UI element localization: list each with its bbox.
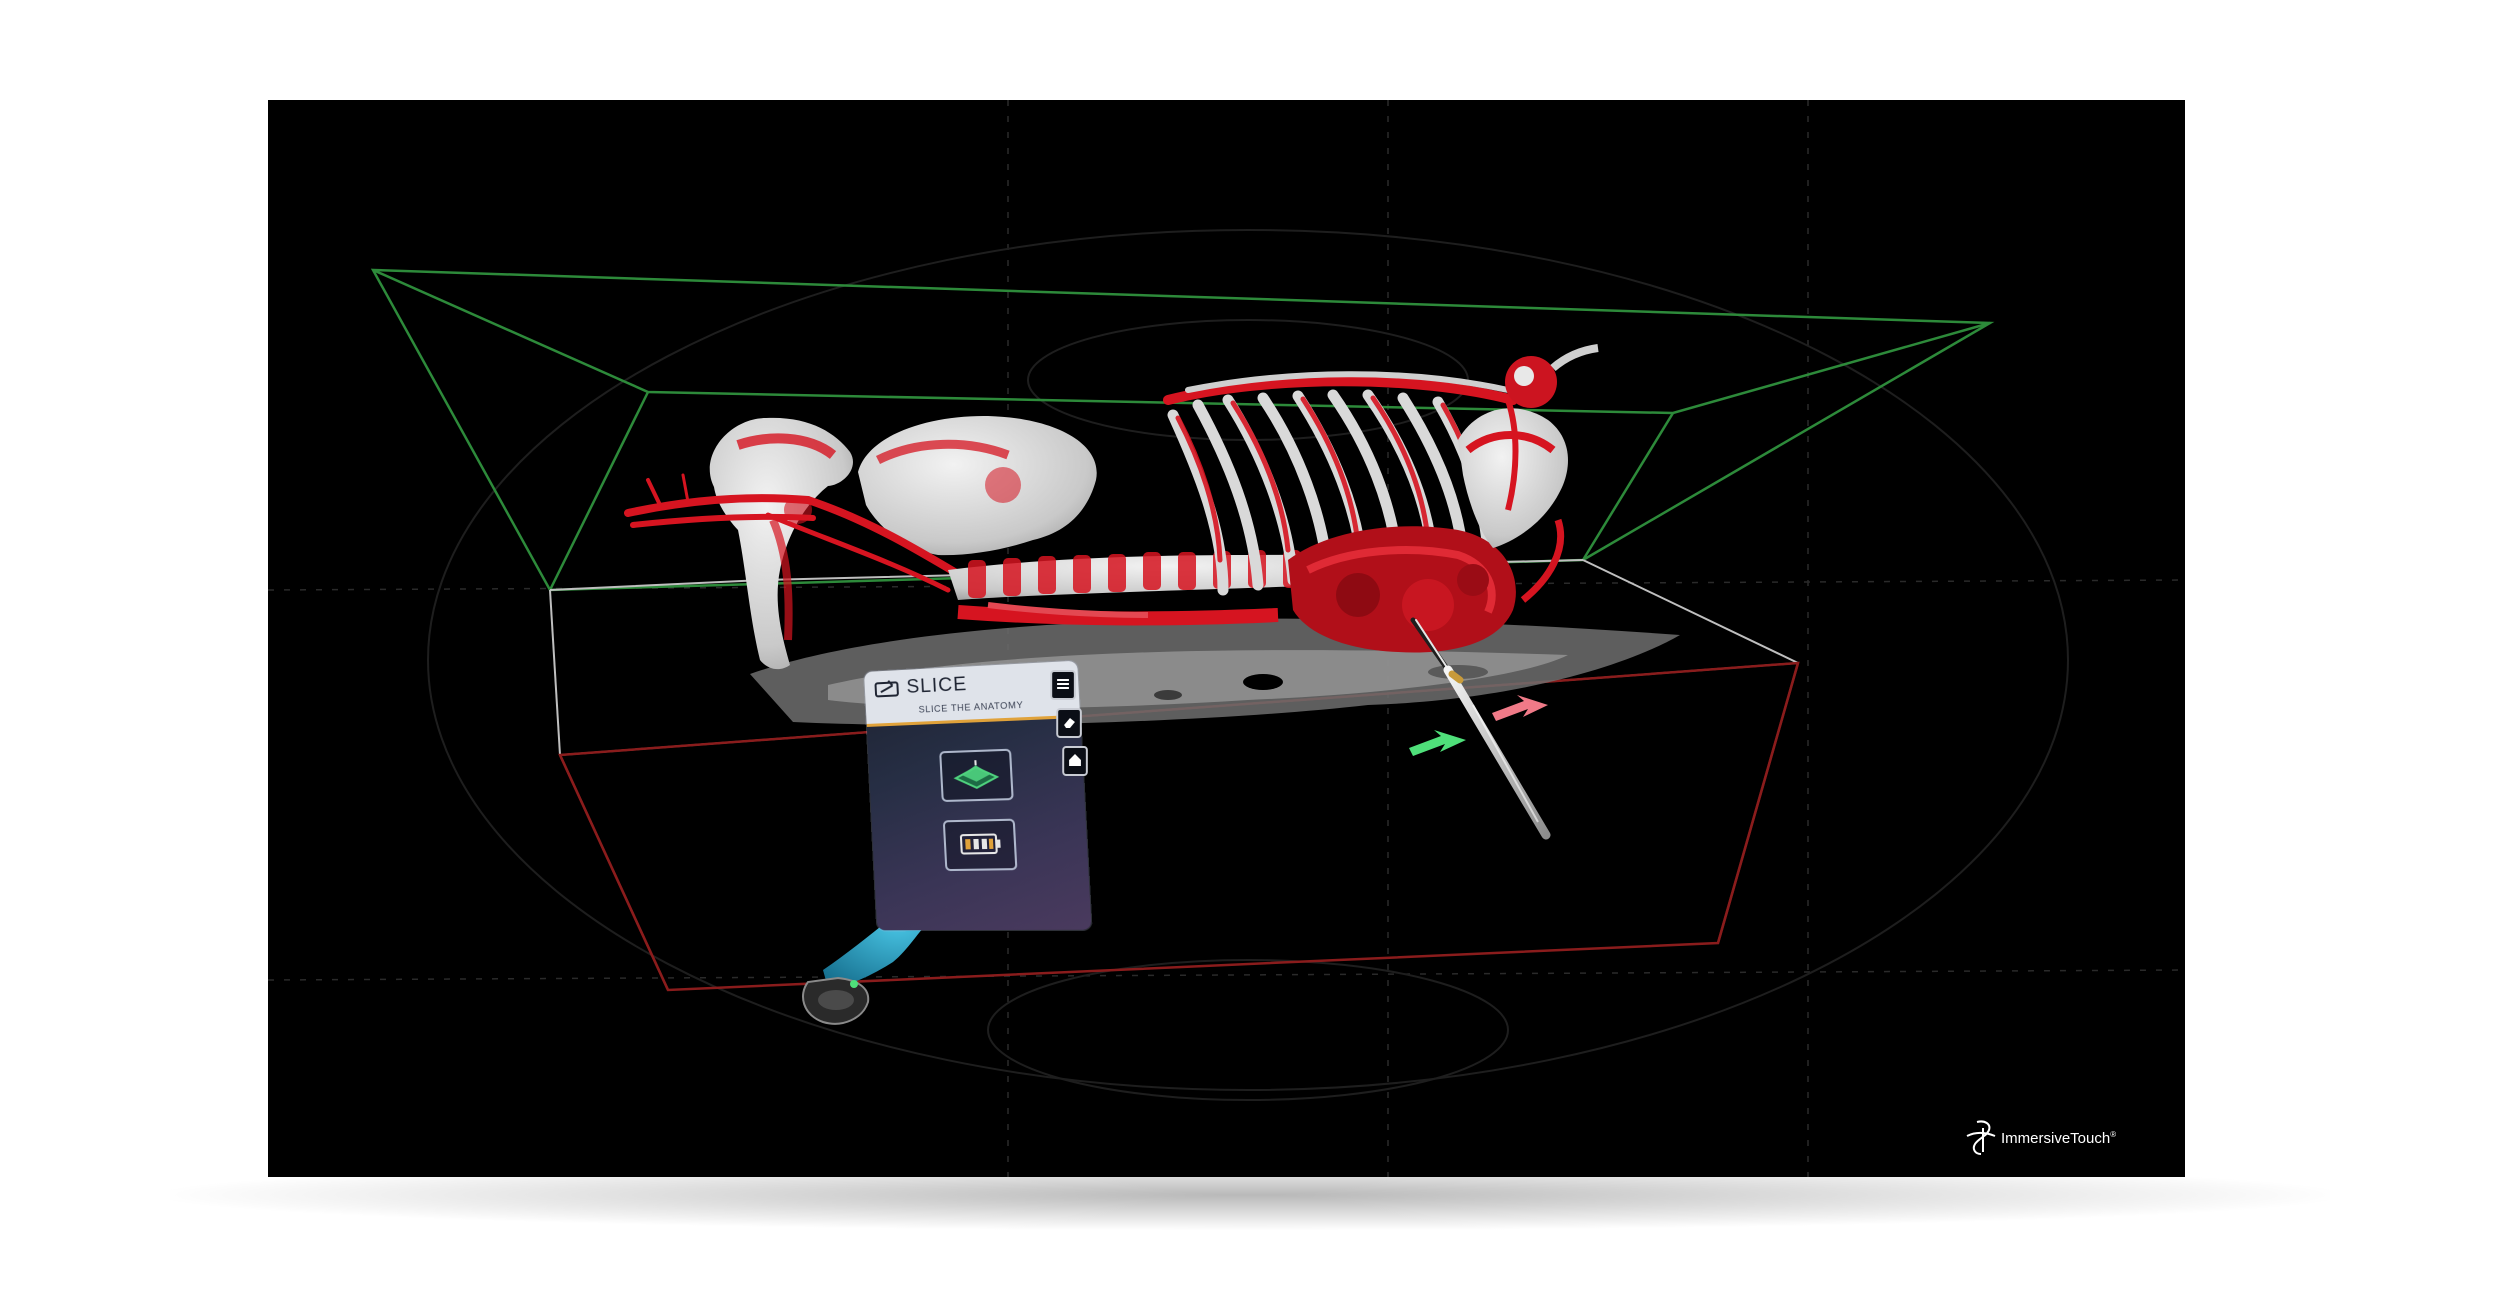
slice-battery-icon xyxy=(954,828,1005,860)
slice-plane-button[interactable] xyxy=(939,748,1014,803)
eraser-icon xyxy=(1064,717,1075,729)
thorax-vessels xyxy=(1288,526,1516,653)
menu-title: SLICE xyxy=(906,673,968,698)
home-button[interactable] xyxy=(1062,745,1088,777)
pink-direction-arrow xyxy=(1492,695,1548,721)
slice-plane-icon xyxy=(951,758,1002,790)
brand-name: ImmersiveTouch xyxy=(2001,1130,2111,1147)
menu-header: SLICE SLICE THE ANATOMY xyxy=(864,660,1081,724)
slice-depth-button[interactable] xyxy=(942,818,1018,872)
brand-registered: ® xyxy=(2110,1130,2117,1139)
slice-menu-panel: SLICE SLICE THE ANATOMY xyxy=(864,660,1092,931)
menu-subtitle: SLICE THE ANATOMY xyxy=(918,699,1024,715)
menu-icon xyxy=(1055,676,1071,692)
eraser-button[interactable] xyxy=(1056,707,1082,739)
brand-mark-icon xyxy=(1966,1120,1996,1155)
slice-tool-icon xyxy=(874,678,899,699)
vr-scene xyxy=(268,100,2185,1177)
green-direction-arrow xyxy=(1409,730,1466,756)
home-icon xyxy=(1069,753,1081,767)
menu-button[interactable] xyxy=(1050,669,1076,701)
vr-viewport[interactable]: SLICE SLICE THE ANATOMY ImmersiveTouch® xyxy=(268,100,2185,1177)
